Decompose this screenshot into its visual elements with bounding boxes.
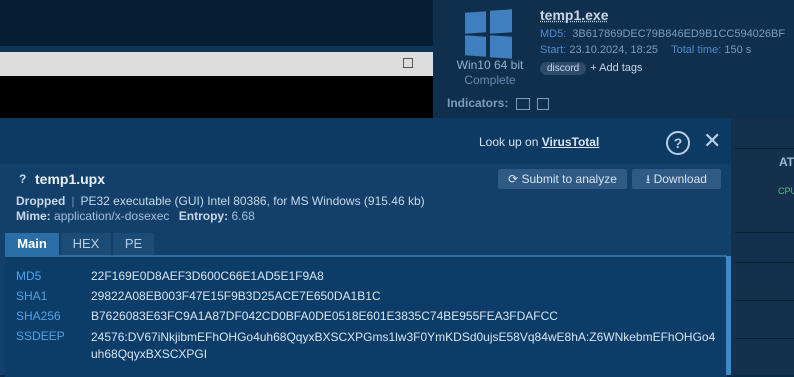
process-start: Start: 23.10.2024, 18:25 Total time: 150… [540, 44, 751, 56]
cpu-label: CPU [778, 186, 794, 196]
table-divider [735, 232, 794, 233]
download-button[interactable]: ⭳ Download [632, 169, 721, 189]
background-window-titlebar [0, 52, 433, 76]
add-tags-link[interactable]: + Add tags [590, 62, 642, 74]
background-area [0, 0, 433, 46]
download-icon: ⭳ [646, 172, 654, 186]
file-type-badge: ? [19, 172, 27, 186]
files-indicator-icon[interactable] [537, 97, 550, 110]
column-header-at: AT [779, 155, 794, 169]
mime-value: application/x-dosexec [54, 209, 170, 223]
scrollbar[interactable] [726, 256, 731, 375]
mime-line: Mime: application/x-dosexec Entropy: 6.6… [16, 209, 255, 223]
process-md5: MD5: 3B617869DEC79B846ED9B1CC594026BF [540, 28, 785, 40]
file-status: Dropped [16, 194, 66, 208]
virustotal-lookup: Look up on VirusTotal [479, 135, 599, 149]
modal-header [0, 118, 731, 164]
tab-pe[interactable]: PE [113, 233, 154, 255]
submit-label: Submit to analyze [521, 172, 617, 186]
table-divider [735, 338, 794, 339]
mime-label: Mime: [16, 209, 51, 223]
hash-key-sha1: SHA1 [16, 289, 48, 303]
indicators-label: Indicators: [447, 96, 509, 110]
md5-label: MD5: [540, 28, 567, 40]
total-time-value: 150 s [724, 44, 752, 56]
refresh-icon: ⟳ [508, 172, 522, 186]
windows-logo-icon [465, 9, 513, 59]
maximize-icon[interactable] [403, 58, 413, 68]
table-divider [735, 300, 794, 301]
file-name: temp1.upx [35, 171, 106, 187]
process-name-link[interactable]: temp1.exe [540, 7, 608, 23]
tag-row: discord + Add tags [540, 62, 643, 75]
lookup-prefix: Look up on [479, 135, 542, 149]
separator: | [71, 194, 75, 208]
download-label: Download [653, 172, 707, 186]
hash-value-sha1: 29822A08EB003F47E15F9B3D25ACE7E650DA1B1C [91, 289, 381, 303]
table-divider [735, 262, 794, 263]
hash-key-ssdeep: SSDEEP [16, 329, 65, 343]
tab-main[interactable]: Main [5, 233, 59, 255]
network-indicator-icon[interactable] [515, 97, 530, 110]
tag-badge[interactable]: discord [540, 62, 587, 75]
os-name: Win10 64 bit [456, 58, 524, 72]
md5-value: 3B617869DEC79B846ED9B1CC594026BF [572, 28, 786, 40]
submit-to-analyze-button[interactable]: ⟳ Submit to analyze [498, 169, 627, 189]
total-time-label: Total time: [671, 44, 722, 56]
table-divider [735, 148, 794, 149]
start-value: 23.10.2024, 18:25 [569, 44, 659, 56]
os-status: Complete [464, 73, 516, 87]
help-icon[interactable]: ? [666, 131, 690, 155]
entropy-label: Entropy: [178, 209, 229, 223]
file-type-line: Dropped | PE32 executable (GUI) Intel 8038… [16, 194, 425, 208]
hash-value-md5: 22F169E0D8AEF3D600C66E1AD5E1F9A8 [91, 269, 324, 283]
hash-value-ssdeep: 24576:DV67iNkjibmEFhOHGo4uh68QqyxBXSCXPG… [91, 330, 716, 361]
file-type: PE32 executable (GUI) Intel 80386, for M… [80, 194, 425, 208]
tab-hex[interactable]: HEX [61, 233, 111, 255]
virustotal-link[interactable]: VirusTotal [542, 135, 600, 149]
entropy-value: 6.68 [231, 209, 255, 223]
indicators-row: Indicators: [447, 96, 550, 110]
hash-key-md5: MD5 [16, 269, 42, 283]
hash-value-sha256: B7626083E63FC9A1A87DF042CD0BFA0DE0518E60… [91, 309, 558, 323]
start-label: Start: [540, 44, 567, 56]
close-icon[interactable]: ✕ [703, 130, 721, 152]
hash-key-sha256: SHA256 [16, 309, 61, 323]
